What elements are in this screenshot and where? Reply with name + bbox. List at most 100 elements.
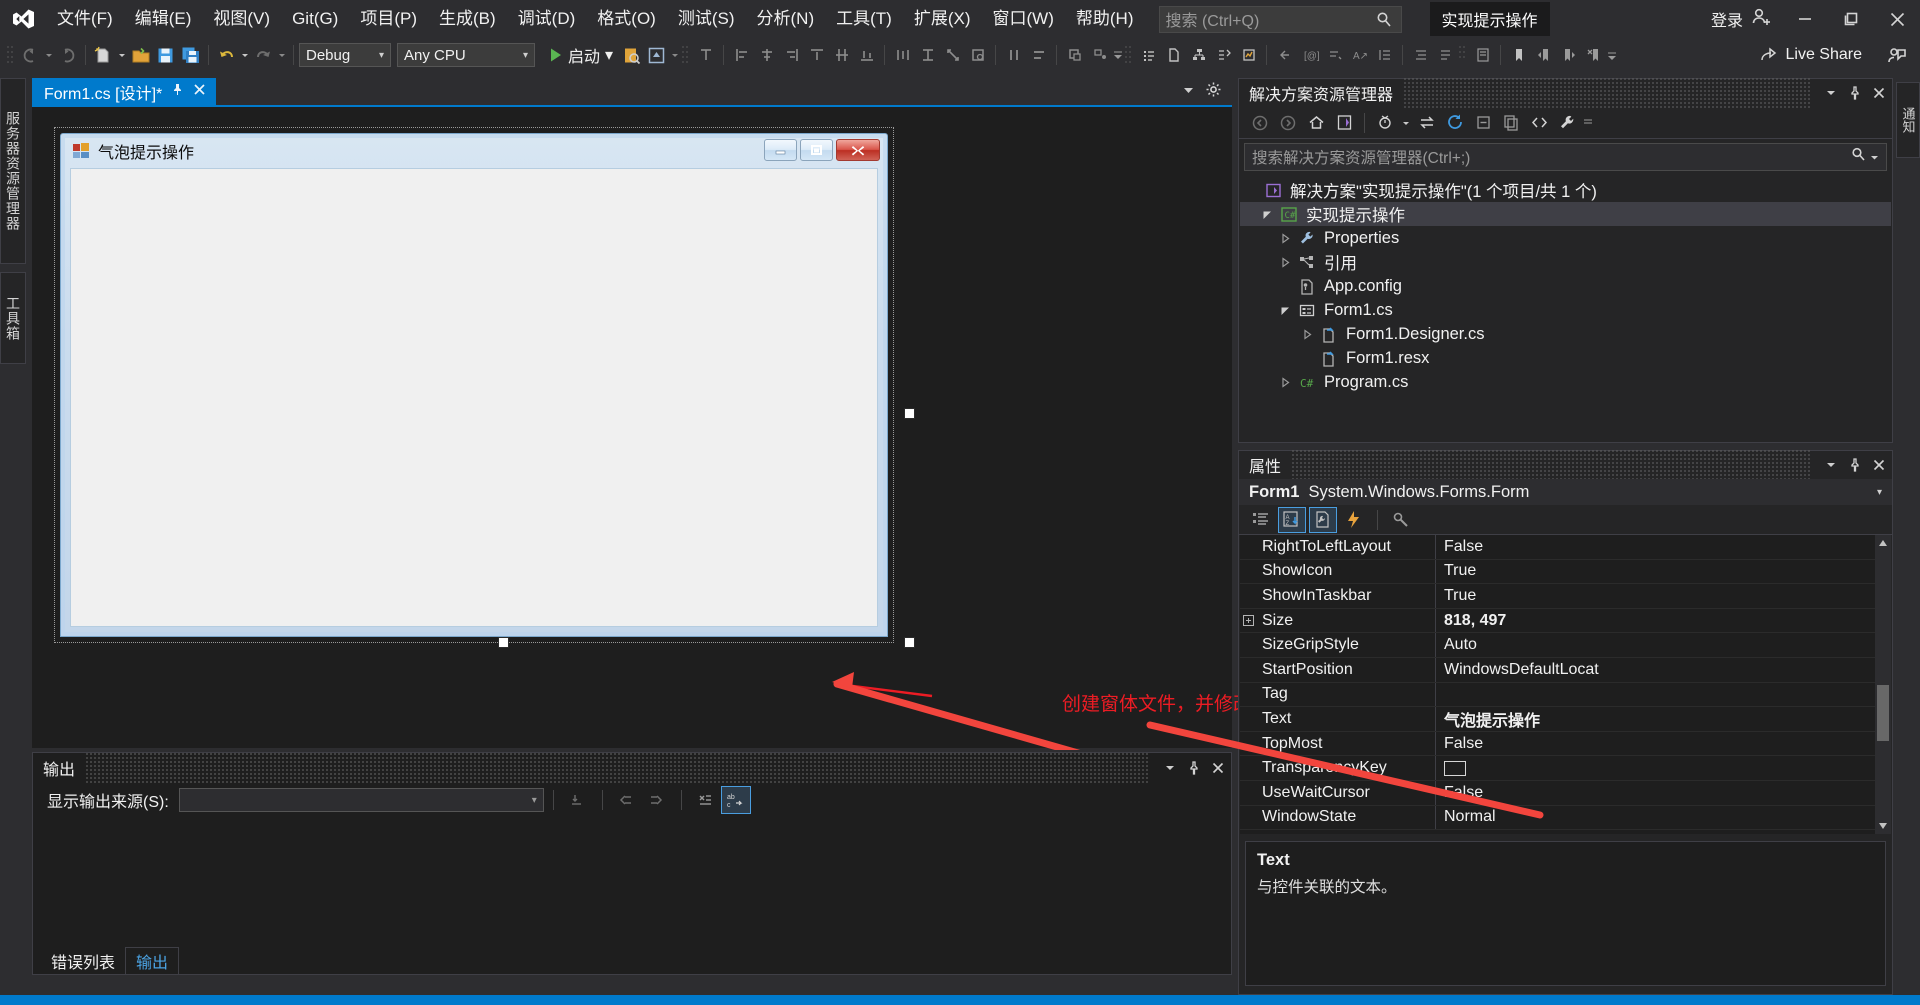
- go-to-next-message-icon[interactable]: [642, 787, 670, 813]
- active-files-dropdown-icon[interactable]: [1182, 82, 1195, 102]
- panel-dropdown-icon[interactable]: [1820, 81, 1842, 105]
- new-project-icon[interactable]: [91, 42, 116, 68]
- global-search-box[interactable]: 搜索 (Ctrl+Q): [1158, 5, 1402, 33]
- solution-explorer-home-view-icon[interactable]: [1331, 110, 1357, 136]
- property-value[interactable]: True: [1436, 584, 1891, 608]
- events-view-icon[interactable]: [1340, 507, 1368, 533]
- tree-expander-closed-icon[interactable]: [1274, 256, 1296, 268]
- property-value[interactable]: [1436, 683, 1891, 707]
- panel-pin-icon[interactable]: [1844, 81, 1866, 105]
- align-bottoms-icon[interactable]: [854, 42, 879, 68]
- tree-item-program-cs[interactable]: C# Program.cs: [1240, 370, 1891, 394]
- toolbar-overflow-icon[interactable]: [1606, 42, 1618, 68]
- sidebar-tab-toolbox[interactable]: 工具箱: [0, 272, 26, 364]
- scroll-up-arrow-icon[interactable]: [1875, 535, 1891, 551]
- align-lefts-icon[interactable]: [729, 42, 754, 68]
- property-row-tag[interactable]: Tag: [1240, 682, 1891, 708]
- property-value[interactable]: True: [1436, 560, 1891, 584]
- undo-icon[interactable]: [214, 42, 239, 68]
- menu-project[interactable]: 项目(P): [349, 0, 428, 38]
- tree-item-project[interactable]: C# 实现提示操作: [1240, 202, 1891, 226]
- property-row-size[interactable]: Size 818, 497: [1240, 608, 1891, 634]
- toggle-word-wrap-icon[interactable]: ab c: [720, 786, 751, 814]
- menu-help[interactable]: 帮助(H): [1065, 0, 1145, 38]
- panel-pin-icon[interactable]: [1844, 453, 1866, 477]
- property-value[interactable]: False: [1436, 732, 1891, 756]
- tab-error-list[interactable]: 错误列表: [41, 947, 125, 974]
- go-to-previous-message-icon[interactable]: [612, 787, 640, 813]
- panel-dropdown-icon[interactable]: [1820, 453, 1842, 477]
- property-pages-icon[interactable]: [1387, 507, 1415, 533]
- tab-output[interactable]: 输出: [125, 947, 180, 974]
- pin-icon[interactable]: [171, 83, 184, 101]
- filter-dropdown-icon[interactable]: [1400, 110, 1412, 136]
- designed-form[interactable]: 气泡提示操作: [60, 133, 888, 637]
- toolbar-grip[interactable]: [1458, 44, 1467, 66]
- property-row-windowstate[interactable]: WindowState Normal: [1240, 805, 1891, 831]
- property-row-transparencykey[interactable]: TransparencyKey: [1240, 756, 1891, 781]
- gear-icon[interactable]: [1205, 81, 1222, 103]
- tree-expander-open-icon[interactable]: [1256, 209, 1278, 220]
- sidebar-tab-server-explorer[interactable]: 服务器资源管理器: [0, 78, 26, 264]
- menu-edit[interactable]: 编辑(E): [124, 0, 203, 38]
- align-rights-icon[interactable]: [779, 42, 804, 68]
- properties-object-selector[interactable]: Form1 System.Windows.Forms.Form ▾: [1239, 479, 1892, 505]
- toolbar-overflow-icon[interactable]: [1582, 110, 1594, 136]
- property-row-showicon[interactable]: ShowIcon True: [1240, 559, 1891, 585]
- tab-form1-designer[interactable]: Form1.cs [设计]*: [32, 78, 217, 105]
- categorized-view-icon[interactable]: [1247, 507, 1275, 533]
- panel-close-icon[interactable]: [1868, 453, 1890, 477]
- menu-git[interactable]: Git(G): [281, 0, 349, 38]
- alphabetical-view-icon[interactable]: AZ: [1278, 506, 1306, 533]
- vertical-spacing-icon[interactable]: [1026, 42, 1051, 68]
- search-options-dropdown-icon[interactable]: [1870, 147, 1879, 167]
- feedback-icon[interactable]: [1874, 36, 1920, 74]
- property-value[interactable]: 气泡提示操作: [1436, 707, 1891, 731]
- open-file-icon[interactable]: [128, 42, 153, 68]
- clear-bookmarks-icon[interactable]: [1581, 42, 1606, 68]
- resize-handle-bottom-right[interactable]: [904, 637, 915, 648]
- row-expander-icon[interactable]: [1240, 609, 1256, 633]
- tree-item-form1-cs[interactable]: Form1.cs: [1240, 298, 1891, 322]
- tree-expander-closed-icon[interactable]: [1296, 328, 1318, 340]
- save-all-icon[interactable]: [178, 42, 203, 68]
- menu-build[interactable]: 生成(B): [428, 0, 507, 38]
- navigate-backward-dropdown-icon[interactable]: [43, 42, 55, 68]
- live-preview-dropdown-icon[interactable]: [669, 42, 681, 68]
- properties-view-icon[interactable]: [1309, 506, 1337, 533]
- property-value[interactable]: False: [1436, 781, 1891, 805]
- live-share-button[interactable]: Live Share: [1747, 46, 1875, 64]
- menu-tools[interactable]: 工具(T): [825, 0, 903, 38]
- live-preview-icon[interactable]: [644, 42, 669, 68]
- make-same-width-icon[interactable]: [890, 42, 915, 68]
- list-members-icon[interactable]: [1136, 42, 1161, 68]
- bring-to-front-icon[interactable]: [1062, 42, 1087, 68]
- toolbar-grip[interactable]: [681, 44, 690, 66]
- comment-lines-icon[interactable]: [1322, 42, 1347, 68]
- tree-item-solution[interactable]: 解决方案"实现提示操作"(1 个项目/共 1 个): [1240, 178, 1891, 202]
- menu-format[interactable]: 格式(O): [586, 0, 667, 38]
- class-view-icon[interactable]: [1186, 42, 1211, 68]
- panel-close-icon[interactable]: [1868, 81, 1890, 105]
- properties-grid-scrollbar[interactable]: [1875, 535, 1891, 834]
- property-value[interactable]: 818, 497: [1436, 609, 1891, 633]
- align-centers-icon[interactable]: [754, 42, 779, 68]
- make-same-size-icon[interactable]: [940, 42, 965, 68]
- new-file-icon[interactable]: [1161, 42, 1186, 68]
- undo-dropdown-icon[interactable]: [239, 42, 251, 68]
- output-text-area[interactable]: [33, 817, 1231, 942]
- menu-debug[interactable]: 调试(D): [507, 0, 587, 38]
- hot-reload-icon[interactable]: [619, 42, 644, 68]
- forward-icon[interactable]: [1275, 110, 1301, 136]
- form-client-area[interactable]: [70, 168, 878, 627]
- form-minimize-button[interactable]: [764, 139, 797, 161]
- pending-changes-filter-icon[interactable]: [1372, 110, 1398, 136]
- window-maximize-button[interactable]: [1828, 0, 1874, 38]
- show-all-files-icon[interactable]: [1498, 110, 1524, 136]
- menu-analyze[interactable]: 分析(N): [746, 0, 826, 38]
- tree-expander-closed-icon[interactable]: [1274, 376, 1296, 388]
- make-same-height-icon[interactable]: [915, 42, 940, 68]
- decrease-indent-icon[interactable]: [1408, 42, 1433, 68]
- property-row-usewaitcursor[interactable]: UseWaitCursor False: [1240, 780, 1891, 806]
- object-browser-icon[interactable]: [1211, 42, 1236, 68]
